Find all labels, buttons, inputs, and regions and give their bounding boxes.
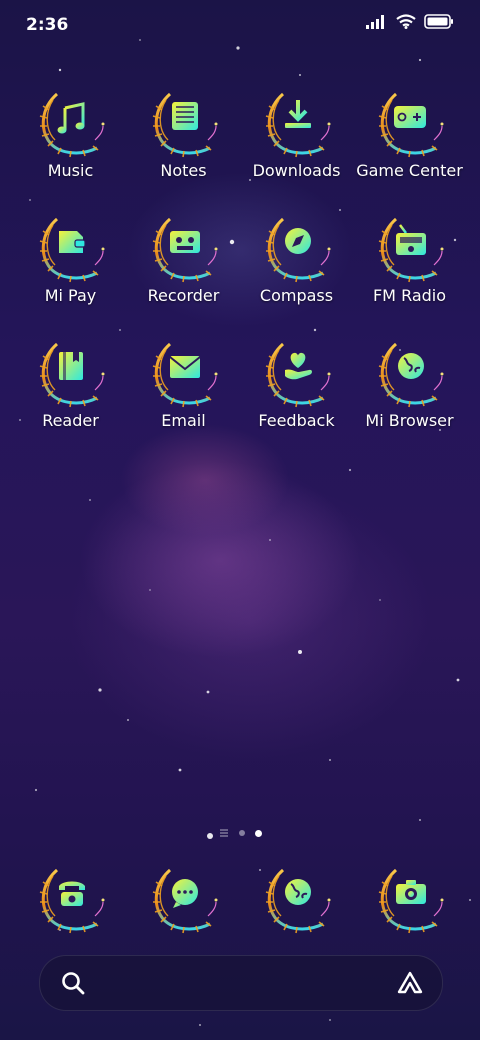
app-reader[interactable]: Reader	[14, 336, 127, 439]
status-time: 2:36	[26, 15, 69, 35]
app-email[interactable]: Email	[127, 336, 240, 439]
app-feedback[interactable]: Feedback	[240, 336, 353, 439]
assistant-icon[interactable]	[396, 970, 424, 996]
dock-phone[interactable]	[14, 862, 127, 942]
status-bar: 2:36	[0, 0, 480, 50]
search-bar[interactable]	[39, 955, 443, 1011]
gamepad-icon	[374, 86, 446, 158]
book-icon	[35, 336, 107, 408]
page-dot-active	[254, 829, 262, 837]
radio-icon	[374, 211, 446, 283]
app-grid: Music Notes Downloads Game Center Mi Pay…	[14, 86, 466, 439]
app-label: Music	[47, 161, 94, 180]
battery-icon	[424, 14, 453, 29]
app-label: Notes	[160, 161, 207, 180]
page-indicator-list-icon	[219, 829, 228, 837]
page-indicator[interactable]	[0, 829, 480, 837]
app-downloads[interactable]: Downloads	[240, 86, 353, 189]
search-icon[interactable]	[60, 970, 86, 996]
app-recorder[interactable]: Recorder	[127, 211, 240, 314]
app-label: Reader	[42, 411, 99, 430]
wifi-icon	[396, 14, 416, 29]
app-game-center[interactable]: Game Center	[353, 86, 466, 189]
notes-icon	[148, 86, 220, 158]
cassette-icon	[148, 211, 220, 283]
download-icon	[261, 86, 333, 158]
app-fm-radio[interactable]: FM Radio	[353, 211, 466, 314]
heart-hand-icon	[261, 336, 333, 408]
globe-icon	[374, 336, 446, 408]
app-label: Email	[161, 411, 206, 430]
app-mi-browser[interactable]: Mi Browser	[353, 336, 466, 439]
app-music[interactable]: Music	[14, 86, 127, 189]
camera-icon	[374, 862, 446, 934]
app-label: FM Radio	[372, 286, 447, 305]
dock-browser[interactable]	[240, 862, 353, 942]
app-label: Mi Pay	[44, 286, 97, 305]
app-label: Compass	[259, 286, 334, 305]
globe-icon	[261, 862, 333, 934]
app-label: Feedback	[258, 411, 335, 430]
signal-icon	[366, 14, 384, 29]
envelope-icon	[148, 336, 220, 408]
dock	[14, 862, 466, 942]
app-compass[interactable]: Compass	[240, 211, 353, 314]
wallet-icon	[35, 211, 107, 283]
phone-icon	[35, 862, 107, 934]
app-label: Mi Browser	[365, 411, 454, 430]
app-notes[interactable]: Notes	[127, 86, 240, 189]
app-label: Recorder	[147, 286, 220, 305]
dock-messages[interactable]	[127, 862, 240, 942]
dock-camera[interactable]	[353, 862, 466, 942]
app-label: Downloads	[252, 161, 341, 180]
music-note-icon	[35, 86, 107, 158]
app-mi-pay[interactable]: Mi Pay	[14, 211, 127, 314]
app-label: Game Center	[356, 161, 463, 180]
compass-icon	[261, 211, 333, 283]
page-dot-inactive	[238, 830, 245, 836]
message-icon	[148, 862, 220, 934]
